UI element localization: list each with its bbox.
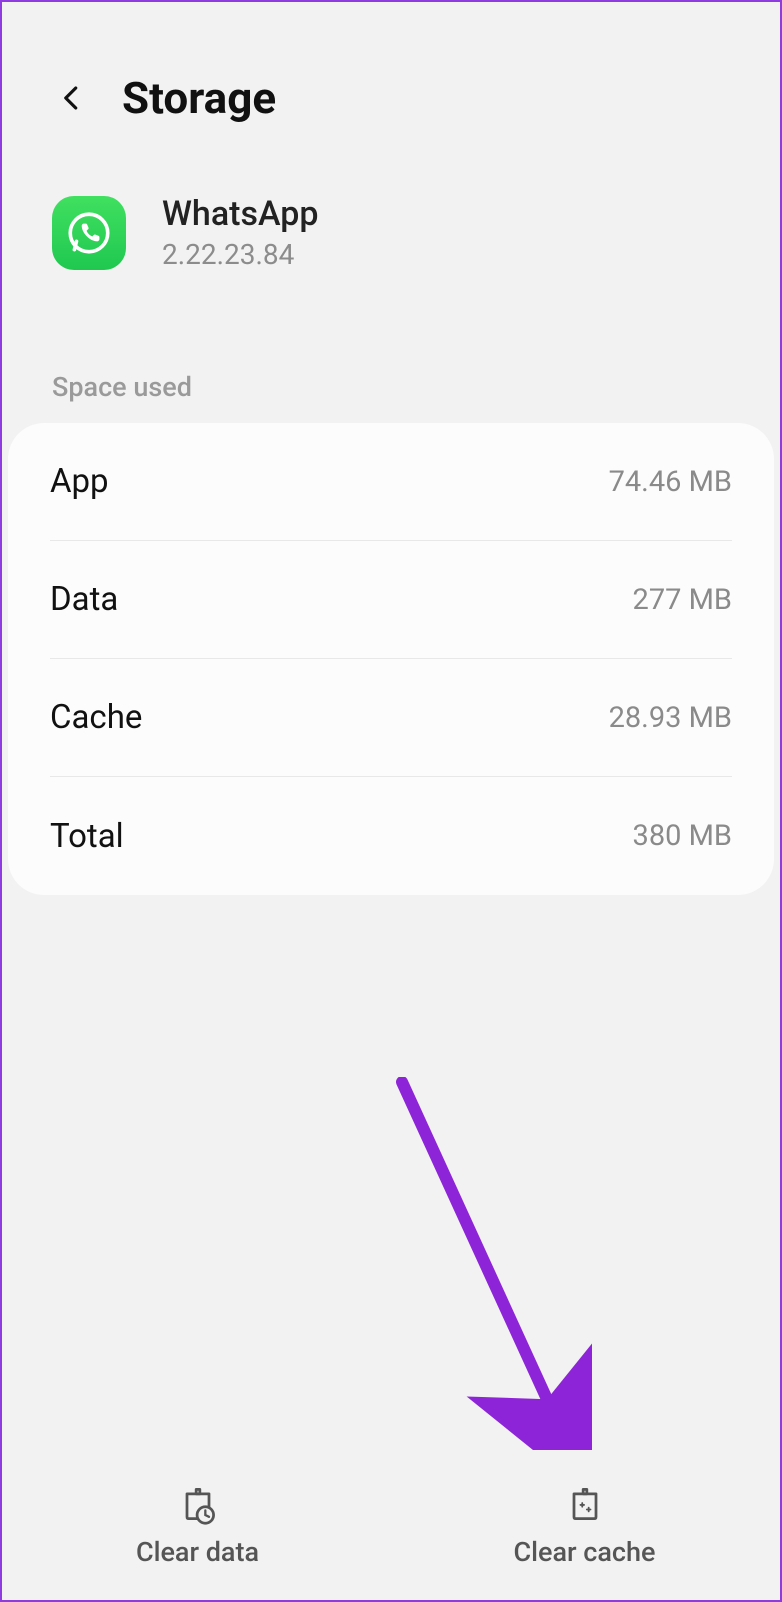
row-value: 74.46 MB bbox=[609, 465, 732, 499]
clear-data-label: Clear data bbox=[136, 1536, 259, 1568]
clear-data-icon bbox=[176, 1482, 220, 1526]
section-label: Space used bbox=[2, 321, 780, 423]
row-value: 380 MB bbox=[633, 819, 732, 853]
bottom-bar: Clear data Clear cache bbox=[4, 1450, 778, 1600]
row-label: App bbox=[50, 462, 109, 501]
row-label: Data bbox=[50, 580, 118, 619]
row-label: Cache bbox=[50, 698, 142, 737]
clear-cache-icon bbox=[563, 1482, 607, 1526]
chevron-left-icon bbox=[57, 83, 87, 113]
annotation-arrow bbox=[392, 1077, 592, 1477]
clear-cache-button[interactable]: Clear cache bbox=[391, 1450, 778, 1600]
whatsapp-icon bbox=[52, 196, 126, 270]
row-total: Total 380 MB bbox=[50, 777, 732, 895]
app-info: WhatsApp 2.22.23.84 bbox=[2, 164, 780, 321]
row-value: 277 MB bbox=[633, 583, 732, 617]
page-title: Storage bbox=[122, 72, 276, 124]
row-app: App 74.46 MB bbox=[50, 423, 732, 541]
storage-card: App 74.46 MB Data 277 MB Cache 28.93 MB … bbox=[8, 423, 774, 895]
row-data: Data 277 MB bbox=[50, 541, 732, 659]
app-version: 2.22.23.84 bbox=[162, 238, 318, 271]
row-cache: Cache 28.93 MB bbox=[50, 659, 732, 777]
back-button[interactable] bbox=[52, 78, 92, 118]
header: Storage bbox=[2, 2, 780, 164]
clear-cache-label: Clear cache bbox=[514, 1536, 656, 1568]
row-value: 28.93 MB bbox=[609, 701, 732, 735]
row-label: Total bbox=[50, 817, 124, 856]
clear-data-button[interactable]: Clear data bbox=[4, 1450, 391, 1600]
app-name: WhatsApp bbox=[162, 194, 318, 234]
